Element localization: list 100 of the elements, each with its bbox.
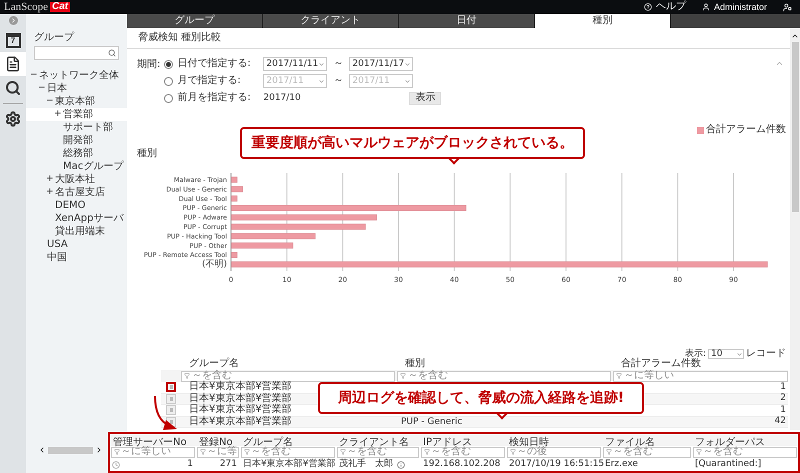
filter-field[interactable]: ～を含む (693, 446, 797, 458)
radio-button[interactable] (164, 94, 174, 102)
table-cell: 1 (187, 460, 193, 469)
tree-item[interactable]: −東京本部 (26, 95, 127, 108)
table-cell: 1 (780, 382, 786, 392)
toggle-sign[interactable]: + (46, 187, 54, 197)
table-cell: 271 (220, 460, 237, 469)
date-dropdown[interactable]: 2017/11/11 (263, 57, 328, 71)
history-icon[interactable] (112, 460, 120, 468)
table-cell: 日本¥東京本部¥営業部 (189, 416, 292, 427)
tree-item[interactable]: +大阪本社 (26, 173, 127, 186)
tab[interactable]: 種別 (535, 14, 671, 28)
tab[interactable]: 日付 (399, 14, 535, 28)
filter-field[interactable]: ～を含む (397, 370, 611, 382)
filter-icon (606, 449, 612, 455)
rail-button[interactable]: 7 (0, 28, 26, 52)
help-link[interactable]: ヘルプ (656, 2, 686, 12)
toggle-sign[interactable]: + (54, 109, 62, 119)
category-label: (不明) (202, 260, 227, 270)
toggle-sign[interactable]: − (30, 70, 38, 80)
option-label: 前月を指定する: (177, 93, 252, 103)
column-header[interactable]: グループ名 (181, 359, 397, 370)
tree-item[interactable]: USA (26, 238, 127, 251)
report-icon (5, 56, 21, 72)
filter-icon (244, 449, 250, 455)
filter-field[interactable]: ～を含む (181, 370, 395, 382)
help-icon (644, 3, 652, 11)
scrollbar-thumb[interactable] (792, 42, 798, 212)
filter-icon (184, 373, 190, 379)
filter-icon (696, 449, 702, 455)
radio-button[interactable] (164, 60, 174, 68)
filter-field[interactable]: ～に等 (197, 446, 239, 458)
tree-item[interactable]: Macグループ (26, 160, 127, 173)
column-header[interactable]: フォルダーパス (695, 437, 765, 448)
tree-item[interactable]: DEMO (26, 199, 127, 212)
range-separator: ～ (333, 59, 344, 69)
callout: 重要度順が高いマルウェアがブロックされている。 (240, 127, 585, 166)
caret-icon (736, 350, 743, 358)
date-dropdown[interactable]: 2017/11/17 (349, 57, 414, 71)
tree-item[interactable]: −ネットワーク全体 (26, 69, 127, 82)
filter-field[interactable]: ～を含む (421, 446, 505, 458)
column-header[interactable]: 種別 (397, 359, 613, 370)
table-cell: Erz.exe (605, 460, 638, 469)
tab[interactable]: グループ (127, 14, 263, 28)
rail-button[interactable] (0, 52, 26, 76)
expand-button[interactable] (8, 16, 18, 25)
filter-field[interactable]: ～を含む (603, 446, 691, 458)
toggle-sign[interactable]: + (46, 174, 54, 184)
user-name[interactable]: Administrator (714, 2, 767, 12)
detail-icon[interactable] (166, 382, 176, 392)
tree-item[interactable]: −日本 (26, 82, 127, 95)
page-size-dropdown[interactable]: 10 (708, 349, 744, 359)
scrollbar-thumb[interactable] (48, 446, 93, 454)
tree-item[interactable]: XenAppサーバ (26, 212, 127, 225)
filter-field[interactable]: ～に等しい (613, 370, 788, 382)
filter-icon (424, 449, 430, 455)
tab[interactable]: クライアント (263, 14, 399, 28)
caret-icon (318, 60, 326, 68)
option-label: 日付で指定する: (177, 59, 252, 69)
account-icon[interactable] (783, 2, 792, 12)
toggle-sign[interactable]: − (46, 96, 54, 106)
bar (231, 252, 238, 258)
tree-item[interactable]: 開発部 (26, 134, 127, 147)
filter-field[interactable]: ～を含む (241, 446, 335, 458)
tree-item[interactable]: +営業部 (26, 108, 127, 121)
option-label: 月で指定する: (177, 76, 242, 86)
column-header[interactable]: 検知日時 (509, 437, 549, 448)
tree-item[interactable]: +名古屋支店 (26, 186, 127, 199)
tree-item[interactable]: 総務部 (26, 147, 127, 160)
filter-field[interactable]: ～の後 (507, 446, 601, 458)
tree-item[interactable]: 中国 (26, 251, 127, 264)
table-cell: 2017/10/19 16:51:15 (509, 460, 604, 469)
scroll-right-icon[interactable] (95, 446, 103, 454)
tree-item[interactable]: サポート部 (26, 121, 127, 134)
page-size-label: 表示: (684, 350, 706, 358)
filter-field[interactable]: ～に等しい (111, 446, 195, 458)
scroll-up-icon[interactable] (791, 32, 799, 40)
legend-label: 合計アラーム件数 (706, 125, 786, 135)
chevron-icon (10, 17, 16, 24)
table-cell: 42 (774, 417, 786, 426)
scrollbar[interactable] (790, 28, 800, 430)
range-separator: ～ (333, 76, 344, 86)
scroll-left-icon[interactable] (38, 446, 46, 454)
table-cell: 1 (780, 406, 786, 415)
table-cell: 日本¥東京本部¥営業部 (189, 381, 292, 392)
logo-badge: Cat (50, 2, 70, 12)
bar (231, 186, 243, 192)
period-label: 期間: (137, 60, 160, 72)
caret-icon (318, 78, 326, 84)
filter-field[interactable]: ～を含む (337, 446, 419, 458)
search-field[interactable] (34, 46, 119, 60)
info-icon[interactable] (397, 460, 405, 468)
toggle-sign[interactable]: − (38, 83, 46, 93)
tree-item[interactable]: 貸出用端末 (26, 225, 127, 238)
calendar-icon: 7 (6, 32, 20, 48)
table-cell: 日本¥東京本部¥営業部 (189, 392, 292, 404)
show-button[interactable]: 表示 (409, 92, 442, 104)
bar (231, 242, 294, 249)
column-header[interactable]: 合計アラーム件数 (613, 359, 788, 370)
filter-icon (616, 373, 622, 379)
